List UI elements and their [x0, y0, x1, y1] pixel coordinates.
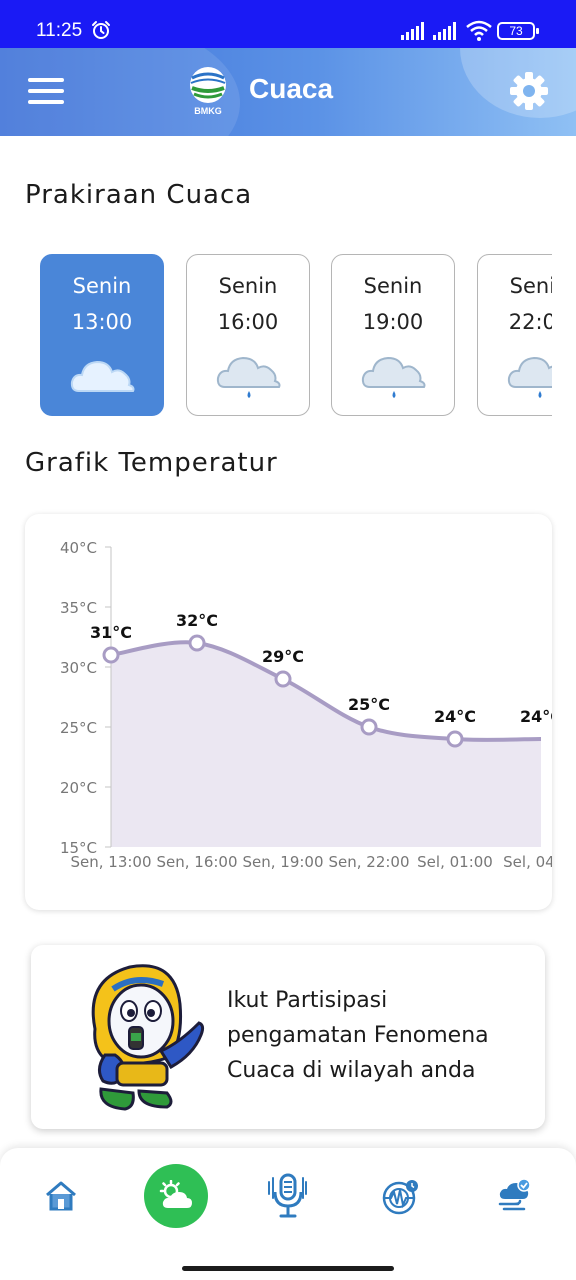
temperature-chart: 15°C 20°C 25°C 30°C 35°C 40°C Sen, 13:00 Sen, 1… — [25, 514, 552, 910]
x-tick-label: Sel, 01:00 — [417, 853, 493, 871]
data-label: 24°C — [434, 707, 476, 726]
data-label: 29°C — [262, 647, 304, 666]
forecast-hour: 22:00 — [508, 310, 552, 334]
app-bar: BMKG Cuaca — [0, 48, 576, 136]
banner-text: Ikut Partisipasi pengamatan Fenomena Cua… — [227, 988, 489, 1083]
forecast-hour: 19:00 — [362, 310, 424, 334]
forecast-cards: Senin 13:00 Senin 16:00 Senin 19:00 Seni… — [0, 253, 552, 419]
x-tick-label: Sen, 19:00 — [242, 853, 323, 871]
sun-cloud-icon — [159, 1180, 192, 1208]
forecast-day: Senin — [363, 274, 423, 298]
chart-area-fill — [111, 642, 541, 847]
wifi-icon — [466, 20, 492, 41]
data-label: 25°C — [348, 695, 390, 714]
status-bar: 11:25 73 — [0, 0, 576, 48]
cell-signal-icon — [401, 22, 424, 40]
data-point — [274, 670, 292, 688]
gear-icon[interactable] — [508, 70, 550, 112]
x-tick-label: Sen, 13:00 — [70, 853, 151, 871]
forecast-card[interactable]: Senin 22:00 — [477, 254, 552, 416]
hamburger-menu-icon[interactable] — [28, 78, 64, 106]
x-tick-label: Sen, 16:00 — [156, 853, 237, 871]
home-indicator — [182, 1266, 394, 1271]
cloud-icon — [70, 360, 135, 392]
forecast-section-title: Prakiraan Cuaca — [25, 180, 253, 210]
cell-signal-icon — [433, 22, 456, 40]
status-time: 11:25 — [36, 20, 83, 41]
forecast-day: Senin — [509, 274, 552, 298]
data-point — [446, 730, 464, 748]
microphone-icon — [268, 1173, 307, 1218]
forecast-hour: 16:00 — [217, 310, 279, 334]
mascot-illustration — [91, 964, 205, 1111]
data-label: 24°C — [520, 707, 552, 726]
temperature-section-title: Grafik Temperatur — [25, 448, 278, 478]
temperature-chart-svg: 15°C20°C25°C30°C35°C40°CSen, 13:00 Sen, 1… — [60, 539, 552, 871]
alarm-icon — [92, 21, 110, 39]
data-label: 31°C — [90, 623, 132, 642]
logo-text: BMKG — [194, 106, 222, 116]
x-tick-label: Sel, 04:00 — [503, 853, 552, 871]
seismograph-icon — [382, 1180, 418, 1215]
y-tick-label: 35°C — [60, 599, 97, 617]
page-title: Cuaca — [249, 73, 334, 104]
forecast-hour: 13:00 — [71, 310, 133, 334]
forecast-card[interactable]: Senin 19:00 — [331, 254, 455, 416]
y-tick-label: 30°C — [60, 659, 97, 677]
data-label: 32°C — [176, 611, 218, 630]
x-tick-label: Sen, 22:00 — [328, 853, 409, 871]
y-tick-label: 25°C — [60, 719, 97, 737]
data-point — [102, 646, 120, 664]
light-rain-icon — [361, 356, 426, 398]
house-icon — [46, 1181, 76, 1211]
bmkg-logo: BMKG — [190, 67, 226, 116]
nav-earthquake[interactable] — [368, 1164, 432, 1228]
nav-report[interactable] — [256, 1164, 320, 1228]
participation-banner[interactable]: Ikut Partisipasi pengamatan Fenomena Cua… — [31, 945, 545, 1129]
forecast-day: Senin — [72, 274, 132, 298]
nav-climate[interactable] — [482, 1164, 546, 1228]
battery-icon: 73 — [497, 22, 539, 40]
y-tick-label: 20°C — [60, 779, 97, 797]
nav-weather[interactable] — [144, 1164, 208, 1228]
data-point — [188, 634, 206, 652]
forecast-card[interactable]: Senin 13:00 — [40, 254, 164, 416]
cloud-wind-icon — [498, 1179, 531, 1211]
light-rain-icon — [507, 356, 552, 398]
light-rain-icon — [216, 356, 281, 398]
y-tick-label: 40°C — [60, 539, 97, 557]
nav-home[interactable] — [30, 1164, 94, 1228]
forecast-day: Senin — [218, 274, 278, 298]
data-point — [360, 718, 378, 736]
forecast-card[interactable]: Senin 16:00 — [186, 254, 310, 416]
